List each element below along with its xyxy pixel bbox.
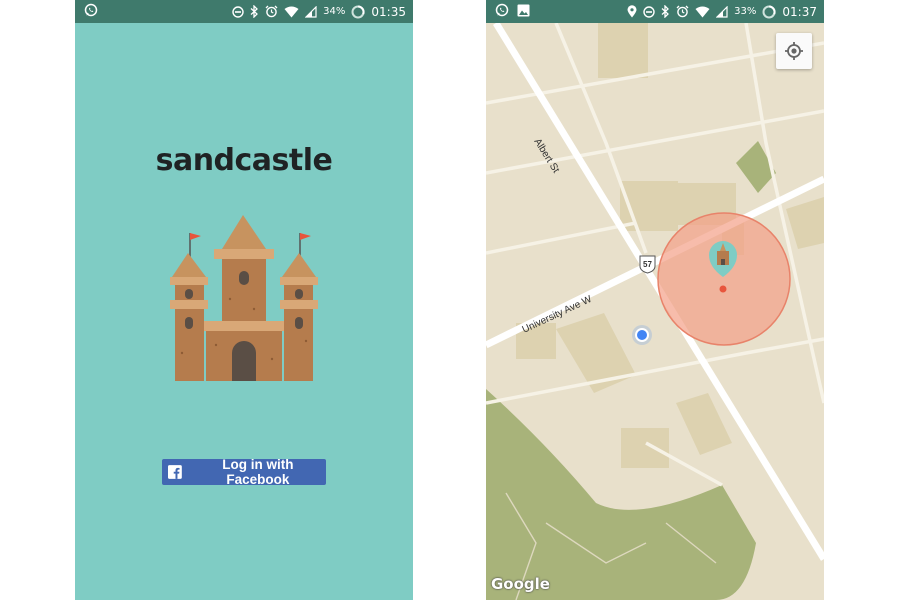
facebook-icon [168, 465, 182, 479]
bluetooth-icon [250, 5, 259, 18]
route-shield-number: 57 [643, 260, 652, 269]
battery-percent: 34% [323, 6, 346, 17]
route-shield: 57 [639, 255, 656, 274]
map-canvas[interactable]: 57 Albert St University Ave W [486, 23, 824, 600]
sandcastle-geofence-circle[interactable] [657, 212, 791, 346]
user-location-dot [635, 328, 649, 342]
wifi-icon [284, 6, 299, 18]
status-bar: 33% 01:37 [486, 0, 824, 23]
my-location-button[interactable] [776, 33, 812, 69]
signal-icon [305, 5, 317, 18]
whatsapp-icon [495, 3, 509, 17]
alarm-icon [676, 5, 689, 18]
battery-percent: 33% [734, 6, 757, 17]
dnd-icon [643, 5, 655, 18]
location-icon [627, 5, 637, 18]
app-title: sandcastle [155, 143, 333, 178]
map-screen: 33% 01:37 57 Albert St University Ave W … [486, 0, 824, 600]
google-attribution-logo: Google [491, 575, 550, 593]
dnd-icon [232, 5, 244, 18]
marker-dot [719, 285, 727, 293]
signal-icon [716, 5, 728, 18]
facebook-login-label: Log in with Facebook [222, 457, 294, 487]
status-bar: 34% 01:35 [75, 0, 413, 23]
clock: 01:35 [371, 4, 406, 19]
alarm-icon [265, 5, 278, 18]
battery-icon [351, 4, 365, 19]
image-icon [517, 4, 530, 17]
sandcastle-logo-icon [170, 215, 318, 381]
bluetooth-icon [661, 5, 670, 18]
whatsapp-icon [84, 3, 98, 17]
facebook-login-button[interactable]: Log in with Facebook [162, 457, 326, 487]
clock: 01:37 [782, 4, 817, 19]
wifi-icon [695, 6, 710, 18]
crosshair-icon [785, 42, 803, 60]
battery-icon [762, 4, 776, 19]
login-screen: 34% 01:35 sandcastle Log in with Faceboo… [75, 0, 413, 600]
